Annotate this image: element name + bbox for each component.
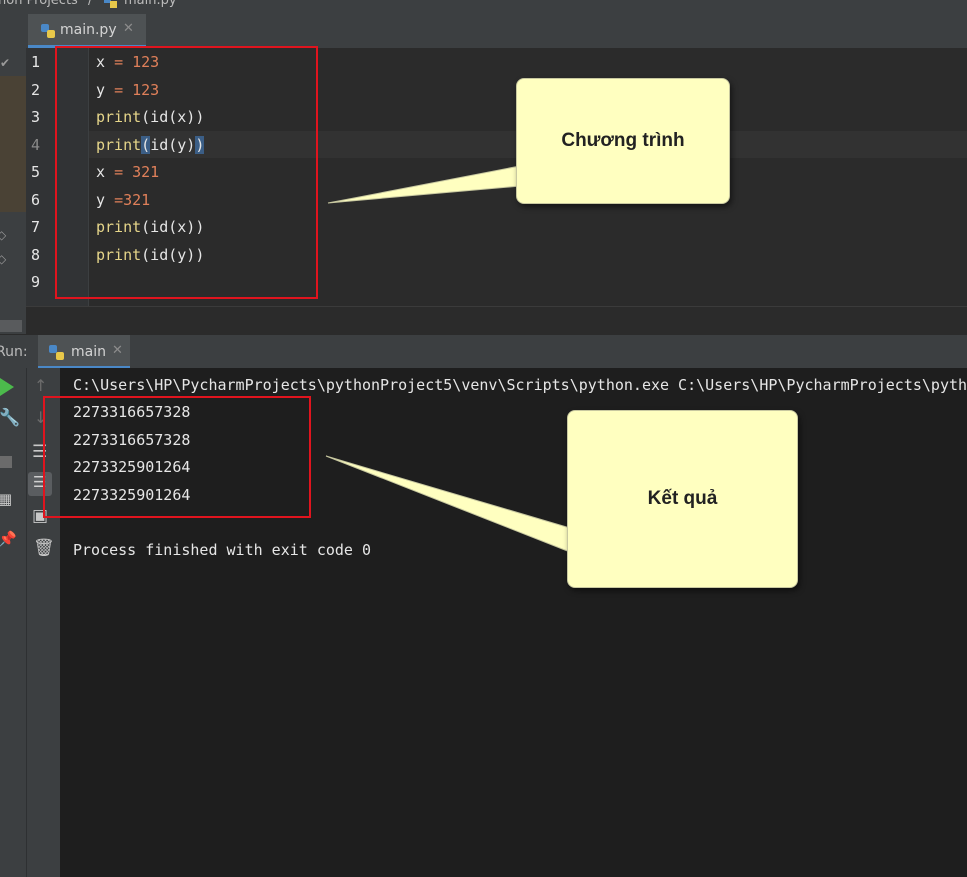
program-callout-text: Chương trình [561,130,685,151]
program-callout: Chương trình [516,78,730,204]
result-callout-text: Kết quả [647,488,718,509]
result-callout: Kết quả [567,410,798,588]
callout-pointers [325,165,571,553]
program-callout-pointer [327,165,521,204]
result-callout-pointer [325,455,571,553]
